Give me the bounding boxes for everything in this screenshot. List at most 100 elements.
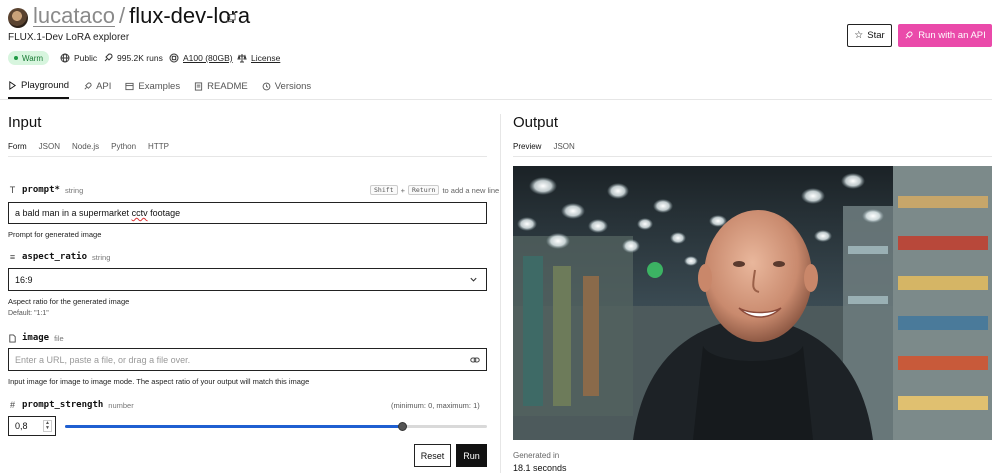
tab-label: API xyxy=(96,81,112,92)
prompt-strength-value: 0,8 xyxy=(15,421,28,431)
slider-fill xyxy=(65,425,403,428)
generated-label: Generated in xyxy=(513,451,560,460)
tab-playground[interactable]: Playground xyxy=(8,80,70,99)
output-tabs-divider xyxy=(513,156,992,157)
tab-label: Versions xyxy=(274,81,312,92)
license-meta[interactable]: License xyxy=(237,51,280,65)
input-heading: Input xyxy=(8,114,42,131)
list-icon: ≡ xyxy=(9,252,16,262)
image-placeholder: Enter a URL, paste a file, or drag a fil… xyxy=(15,354,191,365)
status-label: Warm xyxy=(22,53,44,63)
output-tabs: Preview JSON xyxy=(513,142,575,157)
tab-http[interactable]: HTTP xyxy=(148,142,169,157)
star-icon: ☆ xyxy=(854,30,864,41)
tab-api[interactable]: API xyxy=(83,80,111,99)
tab-label: Examples xyxy=(138,81,181,92)
rocket-icon xyxy=(84,82,92,90)
supermarket-photo xyxy=(513,166,992,440)
play-icon xyxy=(9,81,17,90)
prompt-description: Prompt for generated image xyxy=(8,230,102,239)
image-type: file xyxy=(54,333,64,343)
status-dot-icon xyxy=(14,56,18,60)
status-badge: Warm xyxy=(8,51,50,65)
tab-examples[interactable]: Examples xyxy=(125,80,180,99)
examples-icon xyxy=(125,82,134,91)
tabs-divider xyxy=(0,99,992,100)
shift-key: Shift xyxy=(370,185,398,195)
document-icon xyxy=(194,82,203,91)
input-format-tabs: Form JSON Node.js Python HTTP xyxy=(8,142,169,157)
tab-form[interactable]: Form xyxy=(8,142,27,157)
prompt-input[interactable]: a bald man in a supermarket cctv footage xyxy=(8,202,487,224)
aspect-ratio-name: aspect_ratio xyxy=(22,252,88,262)
image-name: image xyxy=(22,333,50,343)
tab-readme[interactable]: README xyxy=(194,80,248,99)
column-divider xyxy=(500,114,501,473)
run-with-api-label: Run with an API xyxy=(918,30,986,41)
prompt-strength-type: number xyxy=(108,400,134,410)
runs-meta: 995.2K runs xyxy=(103,51,163,65)
tab-python[interactable]: Python xyxy=(111,142,136,157)
repo-title: lucataco / flux-dev-lora xyxy=(33,3,250,29)
visibility-meta: Public xyxy=(60,51,97,65)
stepper-arrows-icon[interactable]: ▲ ▼ xyxy=(43,420,52,432)
hint-text: to add a new line xyxy=(442,185,500,195)
run-button[interactable]: Run xyxy=(456,444,487,467)
run-with-api-button[interactable]: Run with an API xyxy=(898,24,992,47)
tab-json[interactable]: JSON xyxy=(39,142,60,157)
prompt-type: string xyxy=(64,185,84,195)
generated-image[interactable] xyxy=(513,166,992,440)
prompt-name: prompt* xyxy=(22,185,60,195)
model-tabs: Playground API Examples README Versions xyxy=(8,80,311,99)
tab-output-json[interactable]: JSON xyxy=(553,142,574,157)
runs-count: 995.2K runs xyxy=(117,53,163,63)
copy-icon[interactable] xyxy=(227,14,236,23)
tab-preview[interactable]: Preview xyxy=(513,142,542,157)
globe-icon xyxy=(60,53,70,63)
repo-description: FLUX.1-Dev LoRA explorer xyxy=(8,32,130,43)
chevron-down-icon xyxy=(470,277,477,282)
prompt-value-misspelled: cctv xyxy=(131,208,148,218)
link-icon[interactable] xyxy=(470,355,480,365)
rocket-icon xyxy=(104,53,113,62)
return-key: Return xyxy=(407,185,440,195)
scale-icon xyxy=(237,54,247,63)
image-label: image file xyxy=(8,333,64,343)
hint-plus: + xyxy=(400,185,405,195)
prompt-strength-range: (minimum: 0, maximum: 1) xyxy=(391,401,480,410)
tab-label: Playground xyxy=(21,80,70,91)
text-type-icon: T xyxy=(9,185,16,195)
slider-handle[interactable] xyxy=(398,422,408,431)
aspect-ratio-select[interactable]: 16:9 xyxy=(8,268,487,291)
visibility-label: Public xyxy=(74,53,98,63)
image-description: Input image for image to image mode. The… xyxy=(8,377,310,386)
aspect-ratio-description: Aspect ratio for the generated image xyxy=(8,297,130,306)
repo-separator: / xyxy=(118,3,126,28)
star-button[interactable]: ☆ Star xyxy=(847,24,892,47)
tab-versions[interactable]: Versions xyxy=(262,80,311,99)
aspect-ratio-default: Default: "1:1" xyxy=(8,310,49,317)
rocket-icon xyxy=(905,31,913,39)
owner-avatar[interactable] xyxy=(8,8,28,28)
number-type-icon: # xyxy=(9,400,15,410)
generated-time: 18.1 seconds xyxy=(513,463,567,473)
file-icon xyxy=(9,333,16,343)
prompt-strength-label: # prompt_strength number xyxy=(8,400,134,410)
reset-button[interactable]: Reset xyxy=(414,444,451,467)
hardware-meta[interactable]: A100 (80GB) xyxy=(169,51,233,65)
tab-label: README xyxy=(207,81,248,92)
prompt-strength-stepper[interactable]: 0,8 ▲ ▼ xyxy=(8,416,56,436)
newline-hint: Shift + Return to add a new line xyxy=(370,185,499,195)
aspect-ratio-value: 16:9 xyxy=(15,274,33,285)
aspect-ratio-type: string xyxy=(92,252,111,262)
chip-icon xyxy=(169,53,179,63)
hardware-link[interactable]: A100 (80GB) xyxy=(183,53,233,63)
aspect-ratio-label: ≡ aspect_ratio string xyxy=(8,252,111,262)
tab-nodejs[interactable]: Node.js xyxy=(72,142,99,157)
repo-owner-link[interactable]: lucataco xyxy=(33,3,115,29)
prompt-value-after: footage xyxy=(147,208,181,218)
image-input[interactable]: Enter a URL, paste a file, or drag a fil… xyxy=(8,348,487,371)
history-icon xyxy=(262,82,271,91)
license-link[interactable]: License xyxy=(251,53,280,63)
output-heading: Output xyxy=(513,114,559,131)
